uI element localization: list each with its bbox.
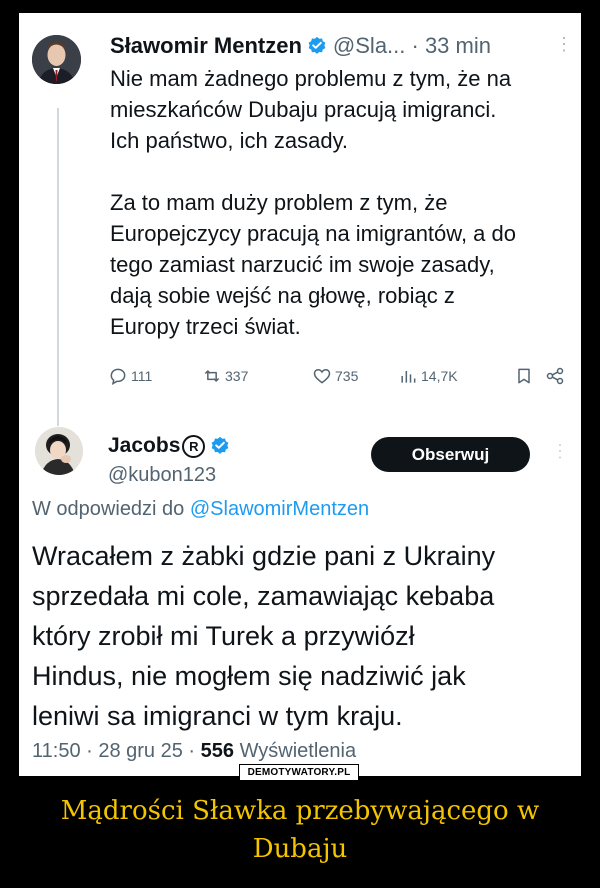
views-chart-icon [401, 371, 416, 383]
thread-line [57, 108, 59, 426]
verified-badge-icon [308, 36, 326, 54]
views-count: 14,7K [421, 368, 458, 384]
verified-badge-icon [212, 436, 229, 454]
views-button[interactable]: 14,7K [398, 363, 458, 389]
like-count: 735 [335, 368, 359, 384]
tweet-text: Nie mam żadnego problemu z tym, że na mi… [110, 66, 516, 339]
follow-button[interactable]: Obserwuj [371, 437, 530, 472]
repost-count: 337 [225, 368, 249, 384]
author-name[interactable]: Jacobs [108, 434, 180, 458]
tweet-footer: 11:50 · 28 gru 25 · 556 Wyświetlenia [32, 740, 356, 763]
more-vertical-icon[interactable]: ⋮ [555, 34, 573, 55]
tweet-header: Sławomir Mentzen @Sla... · 33 min [110, 32, 565, 60]
avatar[interactable] [35, 427, 83, 475]
mention-link[interactable]: @SlawomirMentzen [190, 498, 369, 520]
bookmark-icon [518, 368, 530, 384]
reply-icon [110, 368, 126, 385]
author-handle[interactable]: @kubon123 [108, 464, 216, 487]
handle-and-time: @Sla... · 33 min [332, 33, 491, 58]
views-label: Wyświetlenia [239, 740, 357, 762]
share-icon [546, 367, 564, 385]
profile-photo-icon [32, 35, 81, 84]
caption-title: Mądrości Sławka przebywającego w Dubaju [60, 796, 540, 864]
profile-photo-icon [35, 427, 83, 475]
repost-button[interactable]: 337 [202, 363, 248, 389]
timestamp[interactable]: 11:50 · 28 gru 25 · [32, 740, 195, 762]
view-count: 556 [200, 740, 235, 762]
tweet-text: Wracałem z żabki gdzie pani z Ukrainy sp… [32, 541, 496, 731]
bookmark-button[interactable] [514, 363, 534, 389]
replying-to: W odpowiedzi do @SlawomirMentzen [32, 498, 369, 521]
heart-icon [313, 368, 331, 384]
reply-count: 111 [131, 368, 153, 384]
tweet-actions: 111 337 735 14,7K [108, 363, 568, 389]
like-button[interactable]: 735 [312, 363, 358, 389]
avatar[interactable] [32, 35, 81, 84]
share-button[interactable] [545, 363, 565, 389]
screenshot-frame: Sławomir Mentzen @Sla... · 33 min ⋮ Nie … [19, 13, 581, 776]
repost-icon [204, 370, 220, 382]
more-vertical-icon[interactable]: ⋮ [551, 441, 569, 462]
registered-mark: R [182, 434, 206, 458]
reply-button[interactable]: 111 [108, 363, 152, 389]
author-name-row: Jacobs R [108, 434, 230, 458]
replying-prefix: W odpowiedzi do [32, 498, 185, 520]
watermark-logo: DEMOTYWATORY.PL [239, 764, 359, 781]
author-name[interactable]: Sławomir Mentzen [110, 33, 302, 59]
